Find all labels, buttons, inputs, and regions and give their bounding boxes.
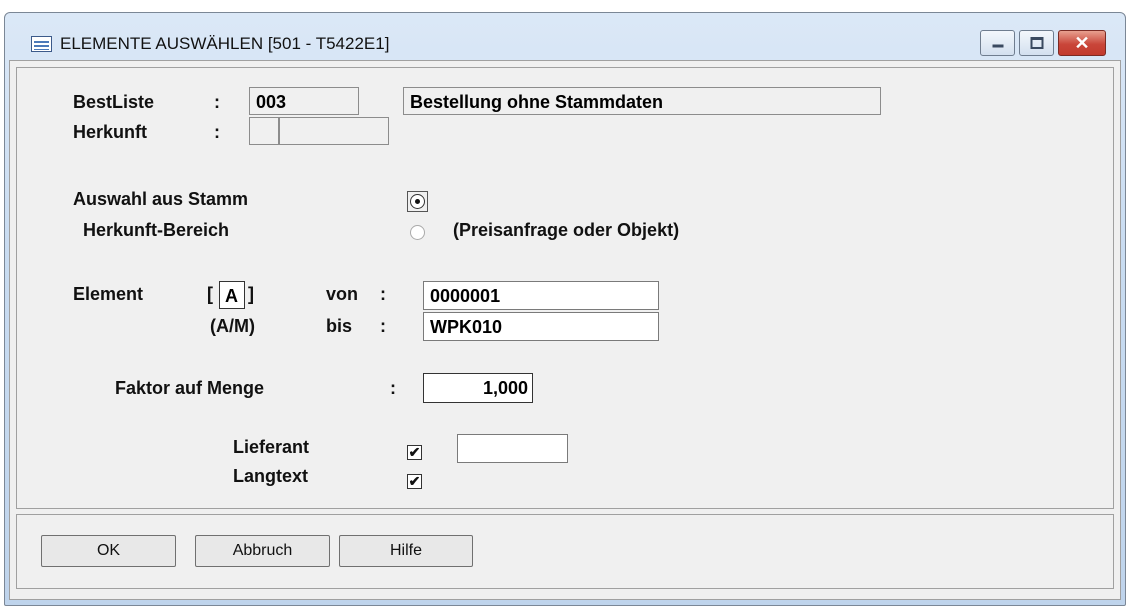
bestliste-description: Bestellung ohne Stammdaten bbox=[403, 87, 881, 115]
auswahl-stamm-radio[interactable] bbox=[410, 194, 425, 209]
bis-colon: : bbox=[380, 316, 386, 336]
hilfe-button[interactable]: Hilfe bbox=[339, 535, 473, 567]
bestliste-label: BestListe bbox=[73, 92, 155, 112]
abbruch-button[interactable]: Abbruch bbox=[195, 535, 330, 567]
element-type-bracket-open: [ bbox=[207, 284, 213, 304]
herkunft-code-field[interactable] bbox=[249, 117, 279, 145]
maximize-button[interactable] bbox=[1019, 30, 1054, 56]
close-icon: ✕ bbox=[1074, 33, 1090, 53]
lieferant-field[interactable] bbox=[457, 434, 568, 463]
element-type-bracket-close: ] bbox=[248, 284, 254, 304]
element-bis-field[interactable]: WPK010 bbox=[423, 312, 659, 341]
faktor-field[interactable]: 1,000 bbox=[423, 373, 533, 403]
minimize-button[interactable] bbox=[980, 30, 1015, 56]
table-icon bbox=[31, 36, 52, 52]
dialog-window: ELEMENTE AUSWÄHLEN [501 - T5422E1] ✕ Bes… bbox=[4, 12, 1126, 606]
herkunft-detail-field[interactable] bbox=[279, 117, 389, 145]
faktor-colon: : bbox=[390, 378, 396, 398]
check-icon: ✔ bbox=[408, 444, 421, 460]
close-button[interactable]: ✕ bbox=[1058, 30, 1106, 56]
element-type-field[interactable]: A bbox=[219, 281, 245, 309]
langtext-checkbox[interactable]: ✔ bbox=[407, 474, 422, 489]
element-label: Element bbox=[73, 284, 144, 304]
bis-label: bis bbox=[326, 316, 353, 336]
auswahl-stamm-label: Auswahl aus Stamm bbox=[73, 189, 249, 209]
langtext-label: Langtext bbox=[233, 466, 309, 486]
herkunft-bereich-label: Herkunft-Bereich bbox=[83, 220, 230, 240]
element-type-hint: (A/M) bbox=[210, 316, 255, 336]
element-von-field[interactable]: 0000001 bbox=[423, 281, 659, 310]
minimize-icon bbox=[992, 44, 1003, 48]
form-group: BestListe : 003 Bestellung ohne Stammdat… bbox=[16, 67, 1114, 509]
von-colon: : bbox=[380, 284, 386, 304]
dialog-client: BestListe : 003 Bestellung ohne Stammdat… bbox=[9, 60, 1121, 600]
maximize-icon bbox=[1030, 37, 1043, 49]
lieferant-checkbox[interactable]: ✔ bbox=[407, 445, 422, 460]
herkunft-bereich-radio[interactable] bbox=[410, 225, 425, 240]
bestliste-field[interactable]: 003 bbox=[249, 87, 359, 115]
herkunft-label: Herkunft bbox=[73, 122, 148, 142]
bestliste-colon: : bbox=[214, 92, 220, 112]
button-bar: OK Abbruch Hilfe bbox=[16, 514, 1114, 589]
herkunft-bereich-option-text: (Preisanfrage oder Objekt) bbox=[453, 220, 680, 240]
herkunft-colon: : bbox=[214, 122, 220, 142]
check-icon: ✔ bbox=[408, 473, 421, 489]
window-title: ELEMENTE AUSWÄHLEN [501 - T5422E1] bbox=[60, 34, 390, 53]
title-bar[interactable]: ELEMENTE AUSWÄHLEN [501 - T5422E1] ✕ bbox=[5, 13, 1125, 57]
ok-button[interactable]: OK bbox=[41, 535, 176, 567]
faktor-label: Faktor auf Menge bbox=[115, 378, 265, 398]
lieferant-label: Lieferant bbox=[233, 437, 310, 457]
von-label: von bbox=[326, 284, 359, 304]
